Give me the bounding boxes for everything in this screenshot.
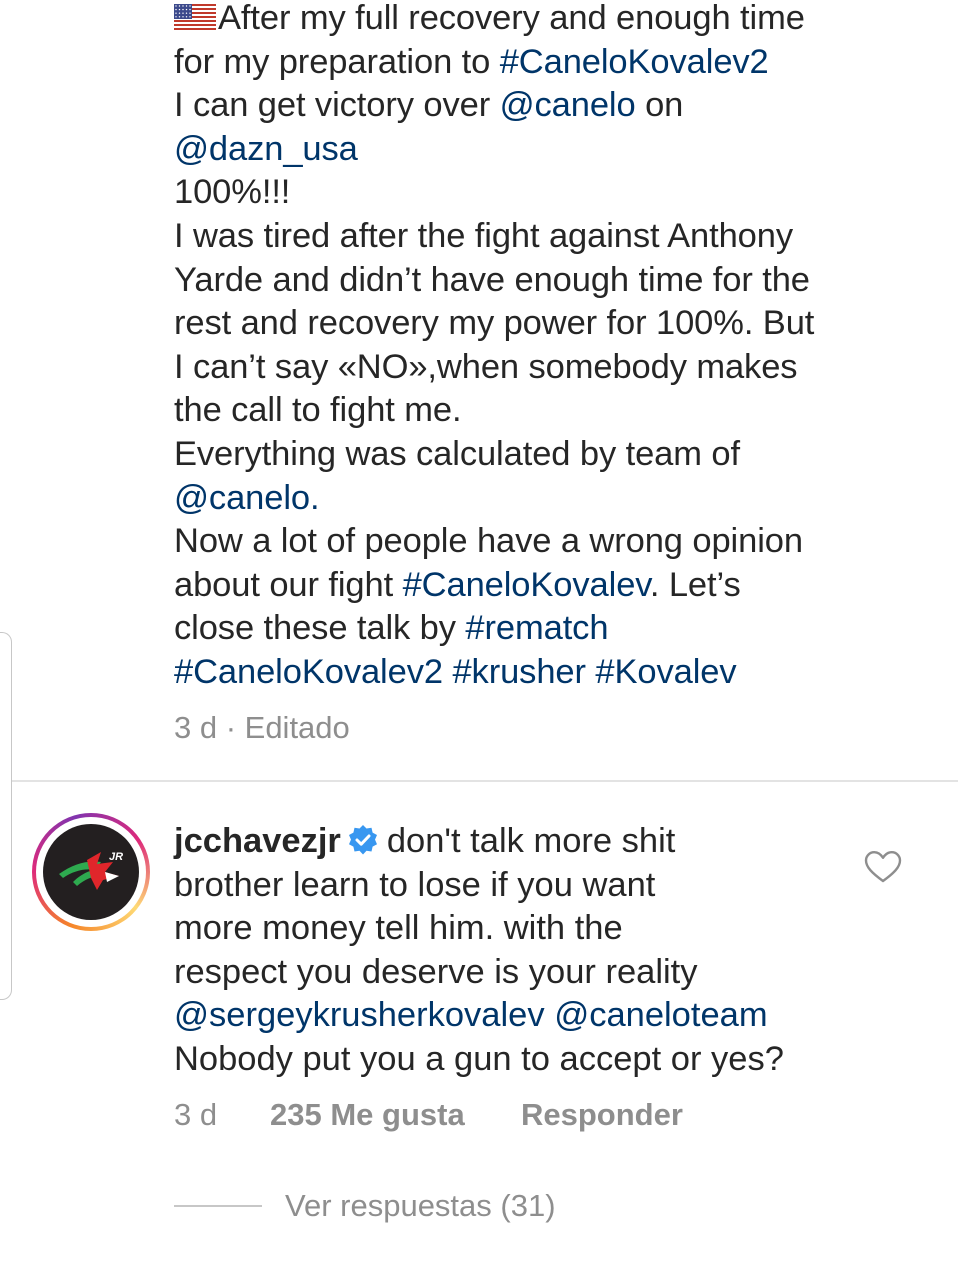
caption-text-segment: close these talk by [174,609,466,648]
caption-line: I can’t say «NO»,when somebody makes [174,346,874,390]
avatar[interactable]: JR [32,813,150,931]
comment-meta: 3 d 235 Me gusta Responder [174,1097,683,1133]
divider [12,780,958,782]
verified-badge-icon [348,825,377,855]
svg-text:JR: JR [109,851,123,863]
reply-button[interactable]: Responder [521,1097,683,1133]
hashtag-link[interactable]: #krusher [452,653,586,691]
caption-text-segment: After my full recovery and enough time [218,0,805,37]
caption-line: the call to fight me. [174,389,874,433]
view-replies-button[interactable]: Ver respuestas (31) [285,1188,556,1224]
comment-text-segment: respect you deserve is your reality [174,952,698,991]
caption-text-segment: for my preparation to [174,42,500,81]
caption-text-segment: about our fight [174,565,403,604]
comment-line: @sergeykrusherkovalev @caneloteam [174,994,854,1038]
caption-text-segment: . Let’s [649,565,741,604]
caption-line: rest and recovery my power for 100%. But [174,302,874,346]
caption-text-segment: on [635,86,684,125]
caption-line: Everything was calculated by team of [174,433,874,477]
replies-divider [174,1205,262,1207]
caption-line: close these talk by #rematch [174,607,874,651]
caption-text-segment: I can get victory over [174,86,500,125]
caption-text-segment: I was tired after the fight against Anth… [174,216,793,255]
caption-line: I can get victory over @canelo on [174,84,874,128]
hashtag-link[interactable]: #CaneloKovalev2 [174,653,443,691]
caption-text-segment: Everything was calculated by team of [174,434,740,473]
avatar-logo: JR [43,824,139,920]
hashtag-link[interactable]: #rematch [465,609,608,647]
us-flag-icon [174,4,216,30]
comment-line: more money tell him. with the [174,907,854,951]
comment-line: respect you deserve is your reality [174,951,854,995]
caption-text-segment [586,653,596,691]
modal-edge [0,632,12,1000]
mention-link[interactable]: @caneloteam [554,996,767,1034]
caption-line: Yarde and didn’t have enough time for th… [174,259,874,303]
caption-text-segment: the call to fight me. [174,391,462,430]
mention-link[interactable]: @dazn_usa [174,130,358,168]
hashtag-link[interactable]: #CaneloKovalev2 [500,43,769,81]
caption-line: @canelo. [174,477,874,521]
comment-text-segment: brother learn to lose if you want [174,865,656,904]
hashtag-link[interactable]: #CaneloKovalev [403,566,650,604]
caption-text-segment: Now a lot of people have a wrong opinion [174,522,803,561]
comment-text-segment: Nobody put you a gun to accept or yes? [174,1039,784,1078]
caption-text: After my full recovery and enough time fo… [174,0,874,695]
comment-line: brother learn to lose if you want [174,864,854,908]
caption-line: After my full recovery and enough time [174,0,874,41]
comment-first-text: don't talk more shit [386,822,676,860]
caption-line: Now a lot of people have a wrong opinion [174,520,874,564]
likes-count-button[interactable]: 235 Me gusta [270,1097,465,1133]
caption-line: @dazn_usa [174,128,874,172]
comment-text: brother learn to lose if you want more mo… [174,864,854,1082]
caption-line: #CaneloKovalev2 #krusher #Kovalev [174,651,874,695]
comment-time: 3 d [174,1097,218,1132]
caption-text-segment: Yarde and didn’t have enough time for th… [174,260,810,299]
comment-username[interactable]: jcchavezjr [174,822,341,860]
heart-outline-icon[interactable] [864,850,902,884]
jr-logo-icon: JR [59,851,123,890]
caption-line: about our fight #CaneloKovalev. Let’s [174,564,874,608]
caption-line: I was tired after the fight against Anth… [174,215,874,259]
caption-line: 100%!!! [174,171,874,215]
mention-link[interactable]: @canelo. [174,479,320,517]
comment: jcchavezjr don't talk more shit brother l… [174,820,854,1082]
comment-text-segment [545,996,555,1034]
mention-link[interactable]: @sergeykrusherkovalev [174,996,545,1034]
comment-line: Nobody put you a gun to accept or yes? [174,1038,854,1082]
caption-text-segment: 100%!!! [174,173,291,212]
hashtag-link[interactable]: #Kovalev [595,653,736,691]
comment-text-segment: more money tell him. with the [174,909,623,948]
comment-first-line: jcchavezjr don't talk more shit [174,820,854,864]
caption-text-segment: rest and recovery my power for 100%. But [174,304,815,343]
caption-text-segment: I can’t say «NO»,when somebody makes [174,347,798,386]
mention-link[interactable]: @canelo [500,86,636,124]
caption-meta: 3 d · Editado [174,710,350,745]
post-caption: After my full recovery and enough time fo… [174,0,874,695]
caption-line: for my preparation to #CaneloKovalev2 [174,41,874,85]
